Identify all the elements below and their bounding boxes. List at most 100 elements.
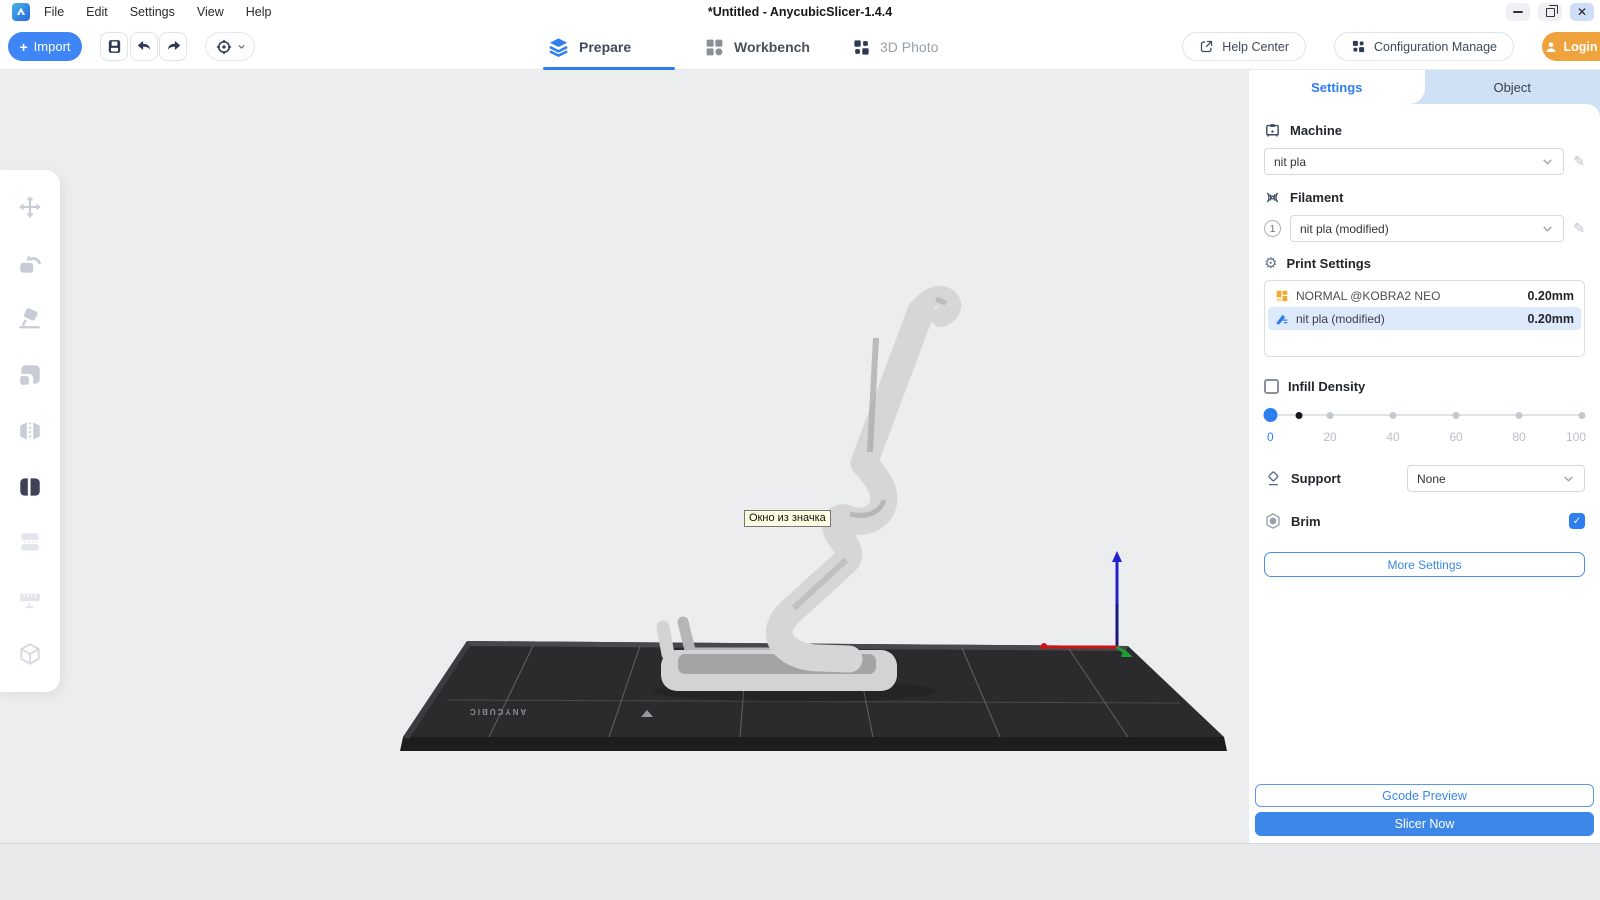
print-preset-row[interactable]: NORMAL @KOBRA2 NEO 0.20mm [1268, 284, 1581, 307]
save-icon [106, 38, 123, 55]
chevron-down-icon [1541, 155, 1554, 168]
plate-brand-logo-icon [641, 710, 653, 717]
user-icon [1544, 40, 1558, 54]
plate-brand-text: ANYCUBIC [468, 707, 526, 716]
configuration-manage-button[interactable]: Configuration Manage [1334, 32, 1514, 61]
rotate-tool-button[interactable] [10, 244, 50, 284]
filament-label: Filament [1290, 190, 1343, 205]
undo-button[interactable] [130, 32, 158, 61]
preset-system-icon [1275, 289, 1289, 303]
photo-grid-icon [852, 38, 871, 57]
brim-checkbox[interactable]: ✓ [1569, 513, 1585, 529]
tick-label: 20 [1323, 430, 1336, 444]
right-panel-tabs: Settings Object [1249, 70, 1600, 104]
slicer-now-button[interactable]: Slicer Now [1255, 812, 1594, 836]
preset-layer-height: 0.20mm [1527, 312, 1574, 326]
import-button[interactable]: + Import [8, 32, 82, 61]
gcode-preview-button[interactable]: Gcode Preview [1255, 784, 1594, 807]
redo-icon [165, 38, 182, 55]
tab-workbench-label: Workbench [734, 39, 810, 55]
machine-section-header: Machine [1264, 122, 1585, 139]
tick-label: 80 [1512, 430, 1525, 444]
tab-workbench[interactable]: Workbench [700, 24, 820, 70]
filament-slot-badge: 1 [1264, 220, 1281, 237]
print-preset-row-selected[interactable]: nit pla (modified) 0.20mm [1268, 307, 1581, 330]
menu-settings[interactable]: Settings [130, 5, 175, 19]
brim-row: Brim ✓ [1264, 512, 1585, 530]
infill-checkbox[interactable] [1264, 379, 1279, 394]
support-row: Support None [1264, 465, 1585, 492]
tick-label: 40 [1386, 430, 1399, 444]
menu-help[interactable]: Help [246, 5, 272, 19]
brim-label: Brim [1291, 514, 1321, 529]
filament-row: 1 nit pla (modified) ✎ [1264, 215, 1585, 242]
support-select[interactable]: None [1407, 465, 1585, 492]
chevron-down-icon [1562, 472, 1575, 485]
slider-handle[interactable] [1264, 408, 1278, 422]
tab-prepare[interactable]: Prepare [543, 24, 675, 70]
filament-select[interactable]: nit pla (modified) [1290, 215, 1564, 242]
machine-select[interactable]: nit pla [1264, 148, 1564, 175]
edit-machine-icon[interactable]: ✎ [1573, 153, 1585, 170]
infill-slider[interactable] [1267, 408, 1582, 422]
print-settings-section-header: ⚙ Print Settings [1264, 256, 1585, 271]
machine-icon [1264, 122, 1281, 139]
split-tool-button[interactable] [10, 467, 50, 507]
support-paint-tool-button[interactable] [10, 522, 50, 562]
plus-icon: + [19, 39, 27, 55]
help-center-button[interactable]: Help Center [1182, 32, 1306, 61]
tab-3d-photo-label: 3D Photo [880, 39, 938, 55]
mirror-tool-button[interactable] [10, 411, 50, 451]
scale-tool-button[interactable] [10, 355, 50, 395]
toolbar: + Import [0, 24, 1600, 70]
gear-icon: ⚙ [1264, 256, 1277, 271]
support-select-value: None [1417, 472, 1446, 486]
settings-panel-body: Machine nit pla ✎ Filament 1 ni [1249, 104, 1600, 843]
mode-tabs: Prepare Workbench 3D Photo [543, 24, 942, 70]
tab-settings[interactable]: Settings [1249, 70, 1425, 104]
edit-filament-icon[interactable]: ✎ [1573, 220, 1585, 237]
save-button[interactable] [100, 32, 128, 61]
external-link-icon [1199, 39, 1214, 54]
close-icon: ✕ [1577, 5, 1587, 19]
filament-icon [1264, 189, 1281, 206]
taskbar: ! 1 Freezing rain wa... In effect Поиск … [0, 843, 1600, 900]
seam-tool-button[interactable] [10, 578, 50, 618]
close-button[interactable]: ✕ [1570, 3, 1594, 21]
layers-icon [547, 36, 570, 59]
restore-button[interactable] [1538, 3, 1562, 21]
tab-object[interactable]: Object [1425, 70, 1600, 104]
seam-ruler-icon [17, 585, 43, 611]
move-tool-button[interactable] [10, 188, 50, 228]
slider-tick-dot [1390, 412, 1397, 419]
tick-label: 0 [1267, 430, 1274, 444]
tab-3d-photo[interactable]: 3D Photo [848, 24, 942, 70]
assembly-tool-button[interactable] [10, 634, 50, 674]
more-settings-button[interactable]: More Settings [1264, 552, 1585, 577]
import-label: Import [34, 39, 71, 54]
place-on-face-tool-button[interactable] [10, 299, 50, 339]
tick-label: 60 [1449, 430, 1462, 444]
cube-icon [17, 641, 43, 667]
slider-tick-dot [1327, 412, 1334, 419]
filament-section-header: Filament [1264, 189, 1585, 206]
preset-layer-height: 0.20mm [1527, 289, 1574, 303]
infill-tick-labels: 0 20 40 60 80 100 [1267, 430, 1582, 445]
redo-button[interactable] [159, 32, 187, 61]
login-button[interactable]: Login [1542, 32, 1600, 61]
tooltip: Окно из значка [744, 510, 831, 527]
minimize-icon [1513, 11, 1523, 13]
menu-edit[interactable]: Edit [86, 5, 108, 19]
menu-file[interactable]: File [44, 5, 64, 19]
minimize-button[interactable] [1506, 3, 1530, 21]
print-settings-label: Print Settings [1286, 256, 1371, 271]
preset-name: NORMAL @KOBRA2 NEO [1296, 289, 1440, 303]
workbench-grid-icon [704, 37, 725, 58]
menu-view[interactable]: View [197, 5, 224, 19]
slider-tick-dot [1453, 412, 1460, 419]
support-icon [1264, 470, 1282, 488]
support-paint-icon [17, 529, 43, 555]
view-orientation-dropdown[interactable] [205, 32, 255, 61]
undo-icon [136, 38, 153, 55]
place-on-face-icon [17, 306, 43, 332]
